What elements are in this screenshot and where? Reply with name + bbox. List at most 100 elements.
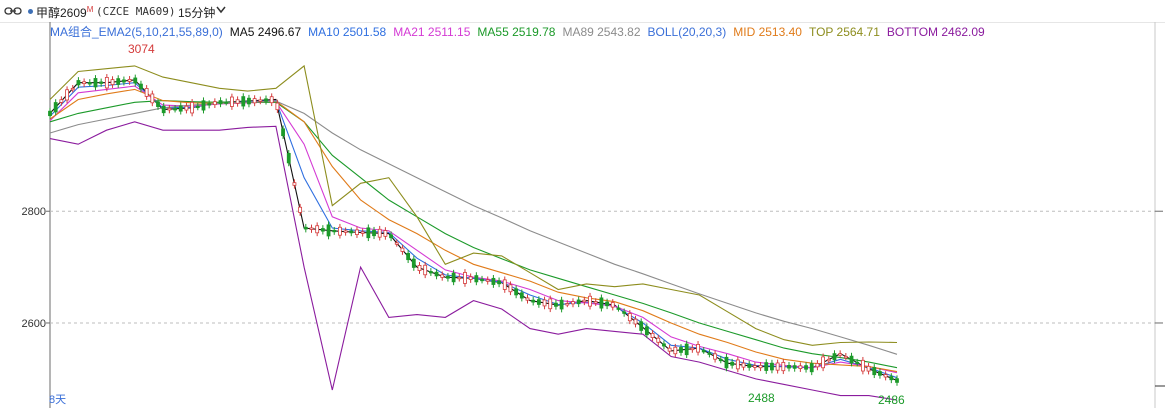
candle-body	[866, 365, 871, 372]
candle-body	[889, 376, 894, 381]
candle-body	[758, 364, 763, 369]
candle-body	[843, 355, 848, 359]
candle-body	[707, 352, 712, 355]
candle-body	[281, 128, 285, 137]
candle-body	[701, 350, 706, 353]
y-tick-label: 2800	[22, 206, 46, 218]
candle-body	[400, 247, 405, 252]
candle-body	[855, 361, 860, 365]
candle-body	[741, 362, 746, 368]
candle-body	[491, 277, 496, 285]
candle-body	[349, 230, 354, 234]
candle-body	[104, 77, 109, 89]
candle-body	[485, 279, 490, 282]
candle-body	[423, 264, 428, 276]
candle-body	[309, 227, 314, 230]
y-tick-label: 2600	[22, 318, 46, 330]
candle-body	[519, 292, 524, 299]
candle-body	[571, 301, 575, 305]
candle-body	[468, 276, 473, 280]
candle-body	[48, 110, 52, 117]
candle-body	[627, 313, 632, 322]
candle-body	[394, 242, 399, 245]
price-chart[interactable]: 2800 2600	[0, 0, 1165, 408]
candle-body	[616, 307, 621, 310]
candle-body	[610, 302, 615, 308]
candle-body	[718, 358, 723, 362]
candle-body	[360, 231, 365, 234]
candle-body	[440, 274, 445, 278]
candle-body	[860, 359, 865, 372]
candle-body	[53, 102, 58, 113]
candle-body	[644, 326, 649, 336]
candle-body	[224, 101, 229, 104]
candle-body	[792, 365, 797, 369]
candle-body	[190, 101, 195, 114]
candle-body	[139, 83, 143, 90]
candle-body	[76, 80, 81, 86]
candle-body	[372, 229, 376, 237]
series-line-ma10	[49, 82, 898, 379]
candle-body	[65, 89, 69, 101]
candle-body	[338, 226, 342, 236]
series-line-ma55	[49, 100, 898, 369]
candle-body	[480, 278, 484, 282]
candle-body	[696, 344, 700, 353]
candle-body	[497, 280, 501, 285]
candle-body	[735, 359, 740, 370]
candle-body	[150, 93, 155, 104]
candle-body	[417, 265, 422, 271]
candle-body	[554, 302, 558, 307]
series-line-ma5	[49, 79, 898, 382]
candle-body	[286, 152, 291, 164]
candle-body	[747, 363, 752, 368]
series-line-mid	[49, 88, 898, 373]
candle-body	[156, 101, 160, 107]
candle-body	[411, 258, 416, 268]
candle-body	[121, 79, 126, 83]
candle-body	[536, 299, 541, 305]
candle-body	[838, 353, 843, 356]
candle-body	[673, 346, 678, 355]
candle-body	[849, 355, 854, 364]
candle-body	[292, 182, 297, 186]
candle-body	[667, 347, 672, 352]
day-marker: 8天	[49, 394, 67, 406]
candle-body	[366, 227, 371, 239]
candle-body	[451, 272, 456, 283]
candle-body	[161, 105, 166, 114]
series-line-bottom	[49, 121, 898, 401]
series-line-ma21	[49, 85, 898, 374]
candle-body	[508, 284, 513, 293]
candle-body	[434, 271, 439, 277]
candle-body	[662, 343, 666, 347]
candle-body	[298, 206, 303, 213]
candle-body	[804, 365, 808, 370]
candle-body	[184, 105, 189, 111]
candle-body	[548, 298, 553, 310]
candle-body	[633, 318, 638, 325]
candle-body	[679, 347, 683, 353]
candle-body	[241, 96, 246, 107]
candle-body	[264, 98, 268, 102]
candle-body	[684, 343, 689, 356]
candle-body	[781, 362, 786, 372]
candle-body	[559, 299, 564, 310]
candle-body	[82, 81, 87, 85]
candle-body	[389, 234, 393, 239]
candle-body	[144, 88, 149, 97]
candle-body	[514, 288, 519, 296]
candle-body	[59, 99, 64, 103]
candle-body	[446, 275, 450, 279]
candle-body	[656, 337, 661, 343]
candle-body	[463, 272, 467, 284]
candle-body	[764, 362, 769, 371]
candle-body	[724, 356, 729, 369]
candle-body	[383, 230, 388, 237]
candle-body	[713, 353, 717, 360]
candle-body	[605, 301, 609, 307]
candle-body	[116, 78, 121, 85]
candle-body	[730, 361, 735, 366]
candle-body	[588, 295, 592, 307]
candle-body	[878, 371, 882, 376]
